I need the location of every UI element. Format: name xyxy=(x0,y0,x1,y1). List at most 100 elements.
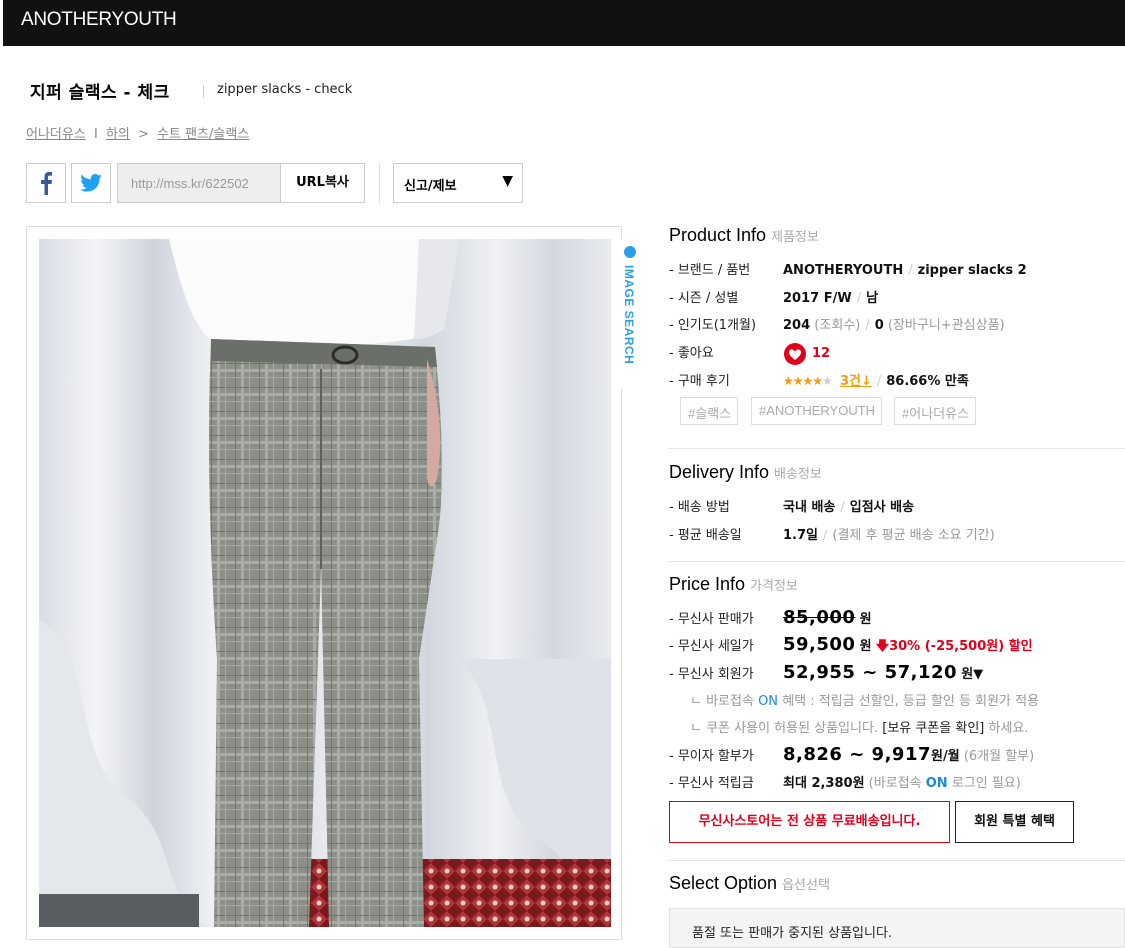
points-row: - 무신사 적립금 최대 2,380원 (바로접속 ON 로그인 필요) xyxy=(669,772,1021,791)
delivery-method-value: 국내 배송 xyxy=(783,500,836,515)
views-value: 204 xyxy=(783,318,811,333)
sku-value: zipper slacks 2 xyxy=(917,263,1027,278)
carts-unit: (장바구니+관심상품) xyxy=(887,318,1005,333)
check-coupon-link[interactable]: [보유 쿠폰을 확인] xyxy=(882,721,984,736)
tag-chip[interactable]: #어나더유스 xyxy=(894,397,977,425)
tag-chip[interactable]: #슬랙스 xyxy=(680,397,739,425)
review-label: - 구매 후기 xyxy=(669,374,730,389)
installment-unit: 원/월 xyxy=(931,749,960,764)
heart-icon xyxy=(784,342,806,365)
member-benefit-button[interactable]: 회원 특별 혜택 xyxy=(955,801,1074,843)
price-info-heading: Price Info 가격정보 xyxy=(669,574,798,595)
delivery-info-heading: Delivery Info 배송정보 xyxy=(669,462,822,483)
chevron-down-icon: ▼ xyxy=(502,173,513,189)
member-note-on: ON xyxy=(758,694,779,709)
likes-count: 12 xyxy=(812,346,831,361)
rating-stars-fill: ★★★★★ xyxy=(783,374,823,388)
discount-down-arrow-icon: 🡇 xyxy=(875,639,890,654)
satisfaction-value: 86.66% 만족 xyxy=(886,374,969,389)
facebook-icon xyxy=(41,171,52,195)
brand-logo[interactable]: ANOTHERYOUTH xyxy=(21,9,177,31)
points-label: - 무신사 적립금 xyxy=(669,776,754,791)
member-note-post: 혜택 : 적립금 선할인, 등급 할인 등 회원가 적용 xyxy=(782,694,1040,709)
delivery-method-row: - 배송 방법 국내 배송 / 입점사 배송 xyxy=(669,496,914,515)
facebook-share-button[interactable] xyxy=(26,163,66,203)
points-value: 최대 2,380원 xyxy=(783,776,865,791)
top-bar: ANOTHERYOUTH xyxy=(0,0,1125,46)
installment-note: (6개월 할부) xyxy=(963,749,1035,764)
review-count-link[interactable]: 3건↓ xyxy=(840,374,872,389)
delivery-avg-value: 1.7일 xyxy=(783,528,818,543)
breadcrumb: 어나더유스 I 하의 > 수트 팬츠/슬랙스 xyxy=(26,123,249,142)
share-url-field[interactable]: http://mss.kr/622502 xyxy=(117,163,281,203)
select-option-title: Select Option xyxy=(669,873,778,893)
price-info-title: Price Info xyxy=(669,574,746,594)
breadcrumb-brand[interactable]: 어나더유스 xyxy=(26,127,86,142)
views-unit: (조회수) xyxy=(814,318,861,333)
delivery-method-label: - 배송 방법 xyxy=(669,500,730,515)
sale-price-label: - 무신사 세일가 xyxy=(669,639,754,654)
breadcrumb-subcategory[interactable]: 수트 팬츠/슬랙스 xyxy=(157,127,249,142)
season-label: - 시즌 / 성별 xyxy=(669,291,739,306)
points-note-pre: (바로접속 xyxy=(868,776,922,791)
product-image[interactable] xyxy=(39,239,611,927)
free-shipping-button[interactable]: 무신사스토어는 전 상품 무료배송입니다. xyxy=(669,801,950,843)
coupon-note: ㄴ 쿠폰 사용이 허용된 상품입니다. [보유 쿠폰을 확인] 하세요. xyxy=(690,717,1029,736)
likes-label: - 좋아요 xyxy=(669,346,714,361)
member-note-pre: ㄴ 바로접속 xyxy=(690,694,754,709)
coupon-note-post: 하세요. xyxy=(988,721,1029,736)
won-unit: 원 xyxy=(961,667,974,682)
product-photo-illustration xyxy=(39,239,611,927)
brand-label: - 브랜드 / 품번 xyxy=(669,263,751,278)
image-search-button[interactable]: IMAGE SEARCH xyxy=(619,239,641,389)
report-label: 신고/제보 xyxy=(404,179,457,194)
won-unit: 원 xyxy=(859,612,872,627)
section-divider xyxy=(669,561,1125,562)
report-dropdown[interactable]: 신고/제보 ▼ xyxy=(393,163,523,203)
brand-value[interactable]: ANOTHERYOUTH xyxy=(783,263,903,278)
url-copy-button[interactable]: URL복사 xyxy=(280,163,365,203)
image-search-label: IMAGE SEARCH xyxy=(622,265,636,365)
product-title-en: zipper slacks - check xyxy=(217,82,353,97)
product-info-heading: Product Info 제품정보 xyxy=(669,225,819,246)
member-price-row: - 무신사 회원가 52,955 ~ 57,120 원▼ xyxy=(669,662,983,683)
product-info-title: Product Info xyxy=(669,225,767,245)
delivery-method-value-2: 입점사 배송 xyxy=(849,500,915,515)
popularity-label: - 인기도(1개월) xyxy=(669,318,757,333)
delivery-info-title: Delivery Info xyxy=(669,462,770,482)
twitter-share-button[interactable] xyxy=(71,163,111,203)
section-divider xyxy=(669,860,1125,861)
tag-chip[interactable]: #ANOTHERYOUTH xyxy=(751,397,883,425)
member-price-toggle-icon[interactable]: ▼ xyxy=(973,667,983,682)
twitter-icon xyxy=(80,174,102,192)
installment-row: - 무이자 할부가 8,826 ~ 9,917원/월 (6개월 할부) xyxy=(669,744,1034,765)
product-info-title-ko: 제품정보 xyxy=(771,230,819,245)
gender-value: 남 xyxy=(866,291,879,306)
divider xyxy=(379,163,380,203)
member-price-label: - 무신사 회원가 xyxy=(669,667,754,682)
season-value: 2017 F/W xyxy=(783,291,852,306)
brand-row: - 브랜드 / 품번 ANOTHERYOUTH / zipper slacks 2 xyxy=(669,259,1027,278)
installment-label: - 무이자 할부가 xyxy=(669,749,754,764)
image-search-dot-icon xyxy=(624,246,636,258)
title-divider xyxy=(203,85,204,98)
like-button[interactable]: 12 xyxy=(783,342,831,365)
likes-row: - 좋아요 12 xyxy=(669,342,830,365)
sale-price-row: - 무신사 세일가 59,500 원 🡇30% (-25,500원) 할인 xyxy=(669,634,1033,659)
delivery-avg-row: - 평균 배송일 1.7일 / (결제 후 평균 배송 소요 기간) xyxy=(669,524,995,543)
soldout-message: 품절 또는 판매가 중지된 상품입니다. xyxy=(669,908,1125,948)
sale-price-value: 59,500 xyxy=(783,634,856,655)
coupon-note-pre: ㄴ 쿠폰 사용이 허용된 상품입니다. xyxy=(690,721,879,736)
breadcrumb-separator: > xyxy=(138,127,149,142)
installment-value: 8,826 ~ 9,917 xyxy=(783,744,931,765)
carts-value: 0 xyxy=(874,318,884,333)
points-note-on: ON xyxy=(925,776,948,791)
breadcrumb-category[interactable]: 하의 xyxy=(106,127,130,142)
member-note: ㄴ 바로접속 ON 혜택 : 적립금 선할인, 등급 할인 등 회원가 적용 xyxy=(690,690,1039,709)
review-row: - 구매 후기★★★★★★★★★★ 3건↓/86.66% 만족 xyxy=(669,370,969,389)
delivery-info-title-ko: 배송정보 xyxy=(774,467,822,482)
select-option-heading: Select Option 옵션선택 xyxy=(669,873,830,894)
won-unit: 원 xyxy=(859,639,872,654)
section-divider xyxy=(669,448,1125,449)
member-price-value: 52,955 ~ 57,120 xyxy=(783,662,958,683)
